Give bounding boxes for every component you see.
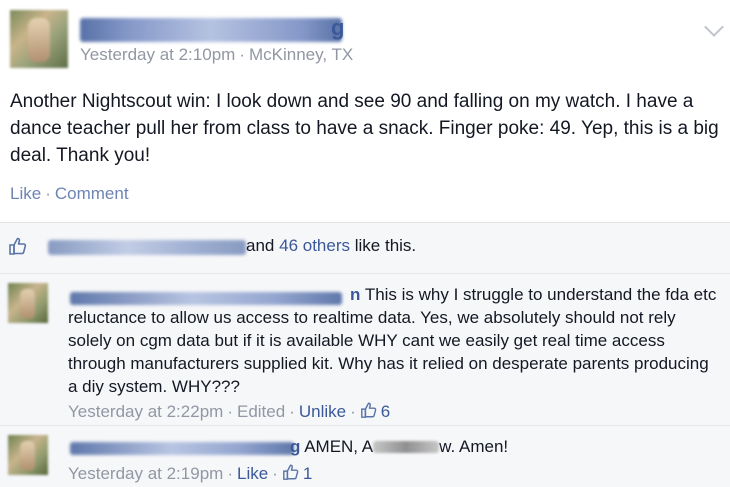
comment-body: g AMEN, A w. Amen! <box>68 435 718 458</box>
like-button[interactable]: Like <box>10 184 41 203</box>
author-avatar[interactable] <box>10 10 68 68</box>
comment: g AMEN, A w. Amen! Yesterday at 2:19pm · Li… <box>8 435 722 487</box>
likes-suffix: like this. <box>354 236 417 255</box>
comment-timestamp[interactable]: Yesterday at 2:22pm <box>68 402 223 421</box>
comment-timestamp[interactable]: Yesterday at 2:19pm <box>68 464 223 483</box>
comment-text-end: w. Amen! <box>439 437 509 456</box>
comment-button[interactable]: Comment <box>55 184 129 203</box>
comment-meta: Yesterday at 2:19pm · Like · 1 <box>68 463 313 483</box>
mention-redacted <box>373 441 440 453</box>
like-button[interactable]: Like <box>237 464 268 483</box>
divider <box>0 425 730 426</box>
comment-like-count[interactable]: 1 <box>303 464 312 483</box>
thumbs-up-icon[interactable] <box>360 401 378 419</box>
post-location[interactable]: McKinney, TX <box>249 45 353 64</box>
likers-redacted[interactable] <box>48 240 246 255</box>
commenter-name-tail[interactable]: g <box>290 437 300 456</box>
post-timestamp[interactable]: Yesterday at 2:10pm <box>80 45 235 64</box>
commenter-name-tail[interactable]: n <box>350 285 360 304</box>
meta-separator: · <box>239 45 245 64</box>
action-separator: · <box>45 184 51 203</box>
feedback-section: and 46 others like this. n This is why I… <box>0 222 730 487</box>
likes-text: and 46 others like this. <box>246 236 416 256</box>
likes-others-link[interactable]: 46 others <box>279 236 350 255</box>
comment-text-start: AMEN, A <box>304 437 374 456</box>
chevron-down-icon[interactable] <box>704 17 724 37</box>
comment-edited[interactable]: Edited <box>237 402 285 421</box>
comment-body: n This is why I struggle to understand t… <box>68 283 718 398</box>
thumbs-up-icon <box>9 237 27 255</box>
commenter-avatar[interactable] <box>8 283 48 323</box>
comment: n This is why I struggle to understand t… <box>8 283 722 425</box>
post-actions: Like · Comment <box>10 184 129 204</box>
unlike-button[interactable]: Unlike <box>299 402 346 421</box>
post-header: g Yesterday at 2:10pm · McKinney, TX <box>10 8 724 74</box>
thumbs-up-icon[interactable] <box>282 463 300 481</box>
post-text: Another Nightscout win: I look down and … <box>10 91 719 166</box>
divider <box>0 273 730 274</box>
likes-and: and <box>246 236 275 255</box>
post-meta: Yesterday at 2:10pm · McKinney, TX <box>80 45 353 65</box>
author-name-tail[interactable]: g <box>331 15 344 41</box>
author-name-redacted[interactable] <box>80 18 342 42</box>
commenter-avatar[interactable] <box>8 435 48 475</box>
comment-text: This is why I struggle to understand the… <box>68 285 717 396</box>
comment-meta: Yesterday at 2:22pm · Edited · Unlike · 6 <box>68 401 391 421</box>
comment-like-count[interactable]: 6 <box>381 402 390 421</box>
